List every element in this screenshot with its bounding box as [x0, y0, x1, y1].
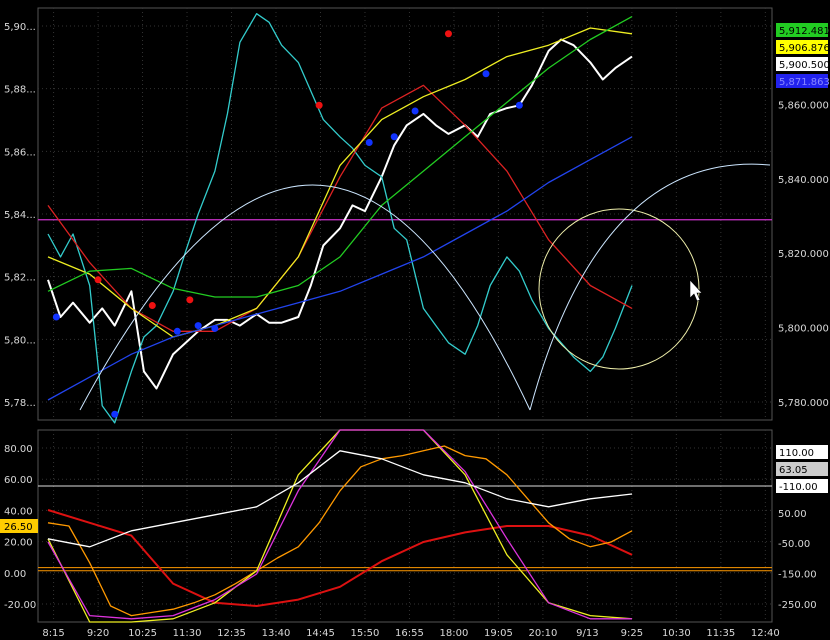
price-panel: 5,90... 5,88... 5,86... 5,84... 5,82... 5,80.… — [4, 7, 830, 424]
price-price-label: 5,871.863 — [779, 77, 830, 88]
price-signal-marker — [515, 101, 523, 109]
price-price-label: 5,906.876 — [779, 43, 830, 54]
price-price-label: 5,900.500 — [779, 60, 830, 71]
osc-price-label: 63.05 — [779, 465, 808, 476]
osc-y-tick-label: -20.00 — [4, 600, 36, 611]
x-tick-label: 9/13 — [576, 628, 598, 639]
price-signal-marker — [315, 101, 323, 109]
price-signal-marker — [194, 322, 202, 330]
price-signal-marker — [411, 107, 419, 115]
osc-y-right-tick-label: -50.00 — [778, 539, 810, 550]
osc-price-label: 26.50 — [4, 522, 33, 533]
price-y-right-tick-label: 5,840.000 — [778, 175, 829, 186]
price-y-tick-label: 5,82... — [4, 273, 36, 284]
oscillator-panel: 80.0060.0040.0020.000.00-20.00250.00150.… — [0, 429, 828, 623]
osc-y-right-tick-label: -250.00 — [778, 600, 817, 611]
osc-price-label: -110.00 — [779, 482, 818, 493]
price-frame — [37, 7, 773, 421]
osc-y-right-tick-label: -150.00 — [778, 570, 817, 581]
x-tick-label: 18:00 — [440, 628, 469, 639]
price-signal-marker — [111, 410, 119, 418]
osc-y-tick-label: 40.00 — [4, 506, 33, 517]
price-y-tick-label: 5,80... — [4, 335, 36, 346]
x-tick-label: 10:30 — [662, 628, 691, 639]
x-tick-label: 11:30 — [173, 628, 202, 639]
osc-y-right-tick-label: 50.00 — [778, 509, 807, 520]
osc-series-line — [47, 509, 633, 607]
price-y-tick-label: 5,90... — [4, 22, 36, 33]
price-signal-marker — [52, 313, 60, 321]
price-y-tick-label: 5,78... — [4, 398, 36, 409]
osc-price-label: 110.00 — [779, 448, 814, 459]
x-tick-label: 10:25 — [128, 628, 157, 639]
price-y-tick-label: 5,88... — [4, 85, 36, 96]
price-y-tick-label: 5,84... — [4, 210, 36, 221]
x-tick-label: 11:35 — [706, 628, 735, 639]
price-signal-marker — [148, 302, 156, 310]
x-tick-label: 16:55 — [395, 628, 424, 639]
price-y-right-tick-label: 5,780.000 — [778, 398, 829, 409]
price-signal-marker — [173, 327, 181, 335]
osc-y-tick-label: 60.00 — [4, 475, 33, 486]
osc-y-tick-label: 20.00 — [4, 538, 33, 549]
price-price-label: 5,912.481 — [779, 26, 830, 37]
price-series-line — [47, 38, 633, 390]
time-axis: 8:15 9:20 10:25 11:30 12:35 13:40 14:45 15:50 16… — [42, 628, 779, 639]
x-tick-label: 12:40 — [751, 628, 780, 639]
price-y-right-tick-label: 5,800.000 — [778, 324, 829, 335]
x-tick-label: 9:25 — [621, 628, 643, 639]
price-signal-marker — [365, 138, 373, 146]
osc-frame — [37, 429, 773, 623]
x-tick-label: 19:05 — [484, 628, 513, 639]
price-y-right-tick-label: 5,860.000 — [778, 100, 829, 111]
annotations — [79, 163, 771, 411]
price-signal-marker — [211, 324, 219, 332]
mouse-cursor-icon — [689, 279, 703, 302]
osc-y-tick-label: 80.00 — [4, 444, 33, 455]
x-tick-label: 14:45 — [306, 628, 335, 639]
x-tick-label: 20:10 — [528, 628, 557, 639]
price-signal-marker — [482, 70, 490, 78]
osc-y-tick-label: 0.00 — [4, 569, 26, 580]
trading-chart: 5,90... 5,88... 5,86... 5,84... 5,82... 5,80.… — [0, 7, 830, 639]
x-tick-label: 12:35 — [217, 628, 246, 639]
price-signal-marker — [186, 296, 194, 304]
osc-series-line — [47, 450, 633, 548]
osc-series-line — [47, 429, 632, 620]
x-tick-label: 9:20 — [87, 628, 109, 639]
price-signal-marker — [390, 133, 398, 141]
price-signal-marker — [94, 276, 102, 284]
osc-series-line — [47, 445, 633, 617]
price-y-right-tick-label: 5,820.000 — [778, 249, 829, 260]
price-y-tick-label: 5,86... — [4, 147, 36, 158]
price-series-line — [47, 84, 633, 332]
x-tick-label: 15:50 — [351, 628, 380, 639]
drawing-arc — [529, 163, 771, 411]
price-signal-marker — [444, 30, 452, 38]
x-tick-label: 8:15 — [42, 628, 64, 639]
x-tick-label: 13:40 — [262, 628, 291, 639]
